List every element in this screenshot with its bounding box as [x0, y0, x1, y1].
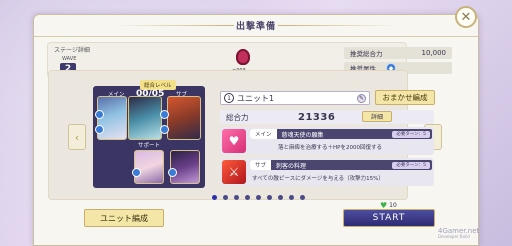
close-icon: ✕	[460, 9, 472, 25]
skill-description: 落と麻痺を治療する＋HPを2000回復する	[278, 145, 382, 151]
chevron-left-icon: ‹	[74, 130, 80, 144]
unit-name: ユニット1	[237, 93, 275, 103]
pagination-dot[interactable]	[212, 195, 217, 200]
pagination-dot[interactable]	[223, 195, 228, 200]
detail-button[interactable]: 詳細	[362, 111, 392, 122]
recommended-power-value: 10,000	[421, 49, 447, 57]
skill-turn: 必要ターン：5	[392, 130, 430, 138]
header-decoration	[114, 25, 234, 26]
enemy-icon	[236, 49, 250, 65]
pagination-dot[interactable]	[267, 195, 272, 200]
main-character-slot-2[interactable]	[128, 96, 162, 140]
total-power-label: 総合力	[226, 112, 249, 122]
skill-header: メイン 慈魂天使の願集 必要ターン：5	[250, 129, 432, 139]
skill-name: 慈魂天使の願集	[281, 131, 324, 139]
close-button[interactable]: ✕	[455, 6, 477, 28]
element-badge-icon	[95, 125, 104, 134]
pagination-dot[interactable]	[278, 195, 283, 200]
panel-header: 出撃準備	[34, 15, 478, 37]
element-badge-icon	[95, 110, 104, 119]
support-character-slot-1[interactable]	[134, 150, 164, 184]
page-title: 出撃準備	[235, 22, 276, 32]
pagination-dot[interactable]	[300, 195, 305, 200]
wave-label: WAVE	[62, 56, 77, 62]
support-slot-label: サポート	[138, 143, 161, 149]
total-power-value: 21336	[298, 111, 336, 123]
pagination-dot[interactable]	[234, 195, 239, 200]
sub-character-slot[interactable]	[167, 96, 201, 140]
unit-pagination	[212, 195, 305, 200]
element-badge-icon	[160, 110, 169, 119]
unit-name-field[interactable]: 1 ユニット1 ✎	[220, 91, 370, 105]
pencil-icon[interactable]: ✎	[357, 93, 366, 103]
recommended-power-label: 推奨総合力	[350, 50, 383, 58]
auto-formation-button[interactable]: おまかせ編成	[375, 90, 435, 105]
pagination-dot[interactable]	[245, 195, 250, 200]
stage-details-label[interactable]: ステージ詳細	[54, 45, 90, 54]
element-badge-icon	[132, 168, 141, 177]
support-character-slot-2[interactable]	[170, 150, 200, 184]
skill-header: サブ 刺客の料理 必要ターン：5	[250, 160, 432, 170]
skill-name: 刺客の料理	[276, 162, 307, 170]
unit-edit-button[interactable]: ユニット編成	[84, 209, 164, 227]
pagination-dot[interactable]	[289, 195, 294, 200]
start-button[interactable]: START	[343, 209, 435, 227]
skill-type: メイン	[250, 129, 277, 139]
unit-number: 1	[224, 93, 234, 103]
watermark-logo: 4Gamer.net Developer Build	[438, 227, 480, 239]
prev-unit-button[interactable]: ‹	[68, 124, 86, 150]
element-badge-icon	[168, 168, 177, 177]
skill-description: すべての敵ピースにダメージを与える（攻撃力15%）	[252, 176, 384, 182]
attack-skill-icon: ⚔	[222, 160, 246, 184]
element-badge-icon	[160, 125, 169, 134]
total-power-row: 総合力 21336 詳細	[220, 110, 434, 124]
stamina-value: 10	[389, 202, 397, 209]
sub-skill-card: ⚔ サブ 刺客の料理 必要ターン：5 すべての敵ピースにダメージを与える（攻撃力…	[220, 158, 434, 186]
pagination-dot[interactable]	[256, 195, 261, 200]
skill-turn: 必要ターン：5	[392, 161, 430, 169]
main-skill-card: ♥ メイン 慈魂天使の願集 必要ターン：5 落と麻痺を治療する＋HPを2000回…	[220, 127, 434, 155]
skill-type: サブ	[250, 160, 272, 170]
header-decoration	[278, 25, 398, 26]
recommended-power: 推奨総合力 10,000	[344, 47, 452, 59]
heal-skill-icon: ♥	[222, 129, 246, 153]
